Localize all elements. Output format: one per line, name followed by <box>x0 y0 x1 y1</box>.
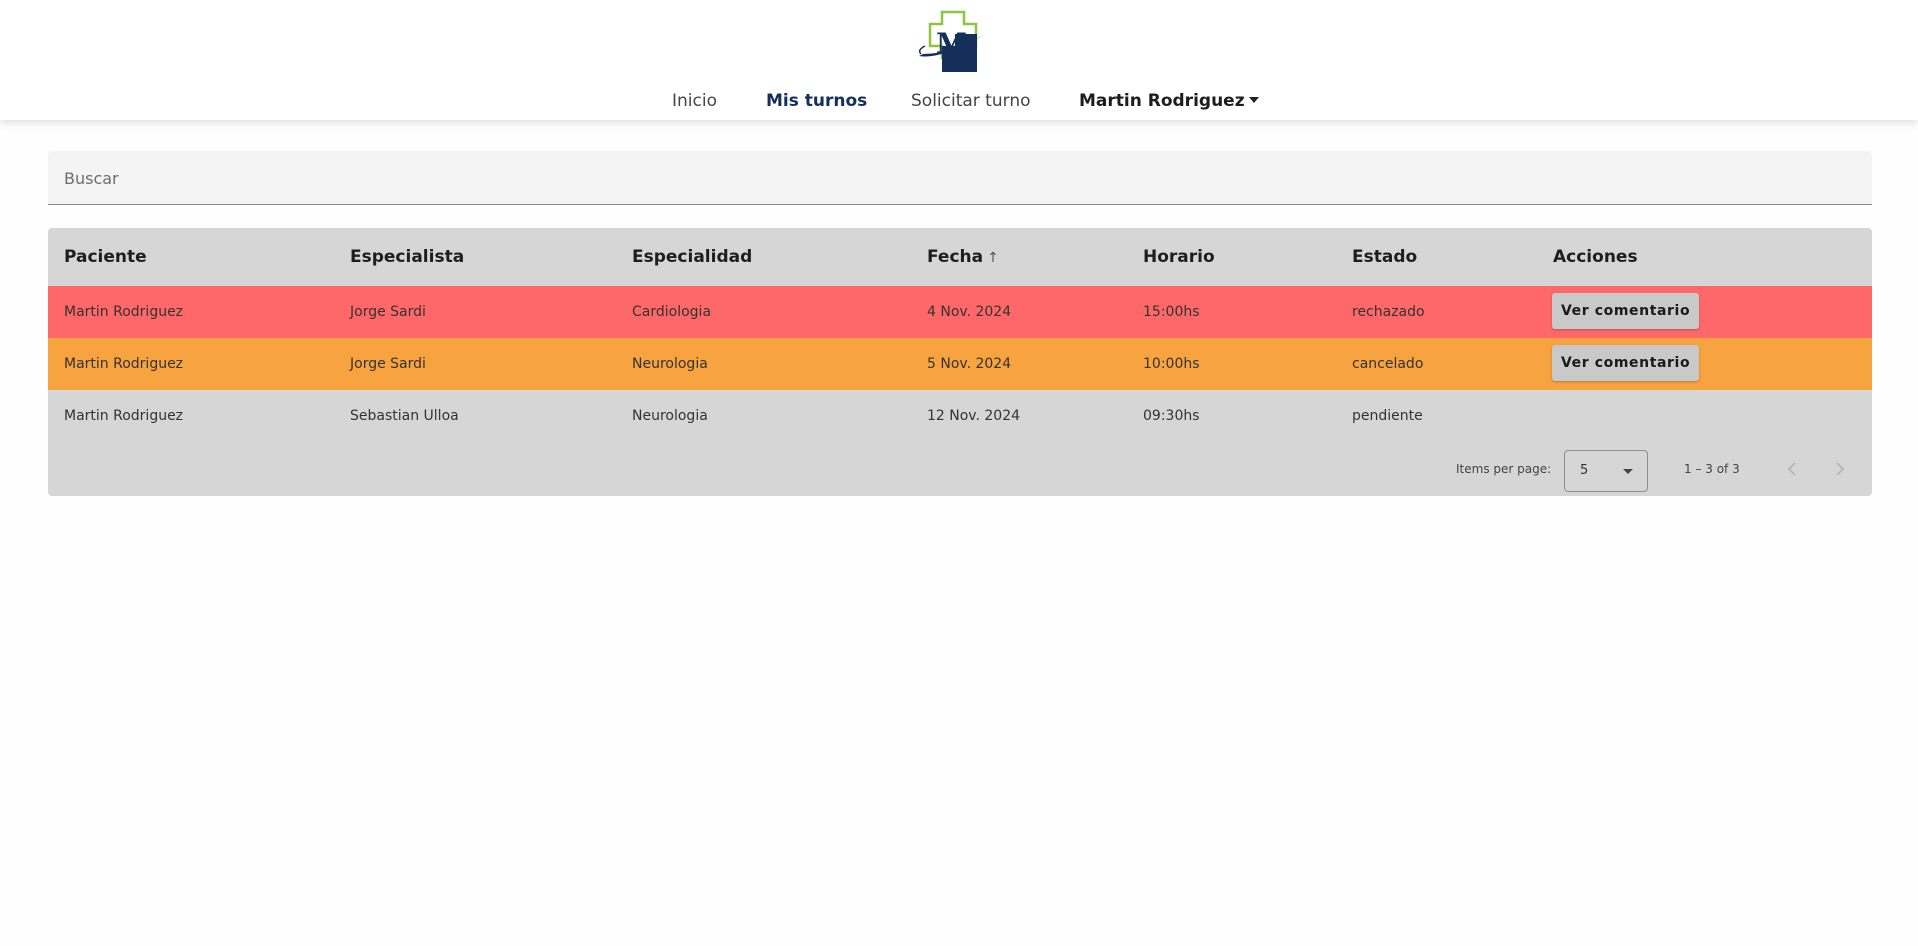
ver-comentario-button[interactable]: Ver comentario <box>1552 345 1700 381</box>
cell-especialista: Jorge Sardi <box>350 304 426 320</box>
page-size-value: 5 <box>1580 463 1589 478</box>
cell-fecha: 12 Nov. 2024 <box>927 408 1021 424</box>
table-row: Martin Rodriguez Jorge Sardi Cardiologia… <box>48 286 1872 338</box>
cell-fecha: 5 Nov. 2024 <box>927 356 1012 372</box>
header-horario[interactable]: Horario <box>1143 228 1215 286</box>
cell-estado: pendiente <box>1352 408 1423 424</box>
caret-down-icon <box>1623 469 1633 474</box>
main-nav: Inicio Mis turnos Solicitar turno Martin… <box>0 88 1918 114</box>
table-header-row: Paciente Especialista Especialidad Fecha… <box>48 228 1872 286</box>
cell-paciente: Martin Rodriguez <box>64 304 184 320</box>
cell-estado: rechazado <box>1352 304 1425 320</box>
cell-horario: 15:00hs <box>1143 304 1200 320</box>
appointments-table: Paciente Especialista Especialidad Fecha… <box>48 228 1872 496</box>
ver-comentario-button[interactable]: Ver comentario <box>1552 293 1700 329</box>
table-row: Martin Rodriguez Jorge Sardi Neurologia … <box>48 338 1872 390</box>
top-navbar: M ‌ Inicio Mis turnos Solicitar turno Ma… <box>0 0 1918 120</box>
header-especialidad[interactable]: Especialidad <box>632 228 752 286</box>
header-especialista[interactable]: Especialista <box>350 228 464 286</box>
chevron-right-icon <box>1836 462 1845 476</box>
cell-estado: cancelado <box>1352 356 1424 372</box>
cell-paciente: Martin Rodriguez <box>64 356 184 372</box>
caret-down-icon <box>1248 97 1259 103</box>
header-estado[interactable]: Estado <box>1352 228 1417 286</box>
svg-text:M: M <box>936 27 967 60</box>
next-page-button[interactable] <box>1826 455 1854 483</box>
cell-especialidad: Neurologia <box>632 356 708 372</box>
header-paciente[interactable]: Paciente <box>64 228 147 286</box>
cell-fecha: 4 Nov. 2024 <box>927 304 1012 320</box>
cell-especialidad: Cardiologia <box>632 304 712 320</box>
paginator: Items per page: 5 1 – 3 of 3 <box>48 442 1872 496</box>
arrow-up-icon: ↑ <box>987 250 999 266</box>
page-size-select[interactable]: 5 <box>1564 450 1648 492</box>
user-menu-dropdown[interactable]: Martin Rodriguez <box>1079 88 1259 114</box>
search-field[interactable] <box>48 151 1872 205</box>
nav-mis-turnos[interactable]: Mis turnos <box>766 88 867 114</box>
nav-inicio[interactable]: Inicio <box>672 88 717 114</box>
header-acciones: Acciones <box>1553 247 1638 267</box>
items-per-page-label: Items per page: <box>1456 462 1552 476</box>
search-input[interactable] <box>64 151 1854 205</box>
cell-paciente: Martin Rodriguez <box>64 408 184 424</box>
cell-especialista: Sebastian Ulloa <box>350 408 459 424</box>
page-range-label: 1 – 3 of 3 <box>1684 462 1740 476</box>
table-row: Martin Rodriguez Sebastian Ulloa Neurolo… <box>48 390 1872 442</box>
user-name: Martin Rodriguez <box>1079 91 1245 111</box>
cell-especialidad: Neurologia <box>632 408 708 424</box>
previous-page-button[interactable] <box>1778 455 1806 483</box>
cell-especialista: Jorge Sardi <box>350 356 426 372</box>
header-fecha-label: Fecha <box>927 247 984 267</box>
nav-solicitar-turno[interactable]: Solicitar turno <box>911 88 1031 114</box>
cell-horario: 09:30hs <box>1143 408 1200 424</box>
header-fecha[interactable]: Fecha ↑ <box>927 228 999 287</box>
chevron-left-icon <box>1787 462 1796 476</box>
cell-horario: 10:00hs <box>1143 356 1200 372</box>
clinic-logo: M ‌ <box>918 10 995 72</box>
